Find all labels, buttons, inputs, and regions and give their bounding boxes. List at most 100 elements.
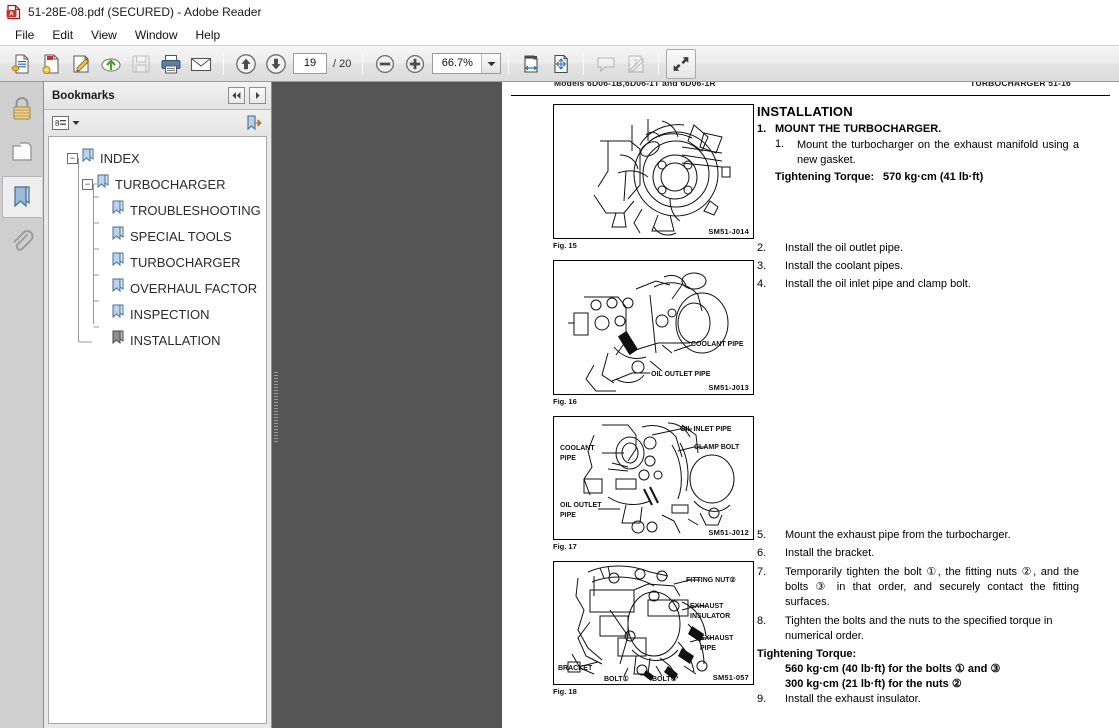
fit-width-icon[interactable]	[516, 49, 546, 79]
bookmark-item-installation[interactable]: INSTALLATION	[49, 327, 266, 353]
step-5: 5. Mount the exhaust pipe from the turbo…	[757, 528, 1079, 543]
upload-cloud-icon[interactable]	[96, 49, 126, 79]
step-2-number: 2.	[757, 241, 767, 254]
sign-icon[interactable]	[66, 49, 96, 79]
figure-17-label-clamp-bolt: CLAMP BOLT	[694, 444, 740, 451]
main-toolbar: 19 / 20 66.7% T	[0, 45, 1119, 82]
previous-page-icon[interactable]	[231, 49, 261, 79]
bookmark-item-index[interactable]: − INDEX	[49, 145, 266, 171]
menu-view[interactable]: View	[82, 26, 126, 44]
save-icon	[126, 49, 156, 79]
step-6: 6. Install the bracket.	[757, 546, 1079, 561]
expander-toggle[interactable]: −	[67, 152, 78, 164]
figure-18-label-insulator: INSULATOR	[690, 613, 730, 620]
highlight-text-icon: T	[621, 49, 651, 79]
bookmark-item-troubleshooting[interactable]: TROUBLESHOOTING	[49, 197, 266, 223]
splitter-grip[interactable]	[274, 372, 278, 442]
step-7: 7. Temporarily tighten the bolt ①, the f…	[757, 565, 1079, 611]
step-9-text: Install the exhaust insulator.	[785, 692, 921, 705]
bookmark-item-inspection[interactable]: INSPECTION	[49, 301, 266, 327]
zoom-level-value[interactable]: 66.7%	[433, 54, 481, 73]
page-thumbnails-icon[interactable]	[3, 132, 41, 174]
bookmarks-tree[interactable]: − INDEX − TURBOCHARGER TROUBLESHOOTING S…	[48, 136, 267, 724]
bookmarks-toolbar: 8	[44, 110, 271, 136]
adobe-reader-window: A 51-28E-08.pdf (SECURED) - Adobe Reader…	[0, 0, 1119, 728]
new-bookmark-icon[interactable]	[243, 113, 265, 133]
toolbar-separator-5	[658, 52, 660, 75]
bookmark-label: TURBOCHARGER	[115, 176, 226, 192]
figure-17-code: SM51-J012	[708, 528, 749, 537]
figure-17: OIL INLET PIPE CLAMP BOLT COOLANT PIPE O…	[553, 416, 754, 540]
bookmark-label: SPECIAL TOOLS	[130, 228, 232, 244]
document-viewport[interactable]: Models 6D06-1B,6D06-1T and 6D06-1R TURBO…	[280, 82, 1119, 728]
bookmarks-icon[interactable]	[1, 176, 42, 218]
zoom-out-icon[interactable]	[370, 49, 400, 79]
panel-splitter[interactable]	[272, 82, 280, 728]
figure-15-caption: Fig. 15	[553, 241, 577, 250]
step-1: 1. MOUNT THE TURBOCHARGER.	[757, 123, 1079, 135]
open-file-icon[interactable]	[6, 49, 36, 79]
chevron-down-icon[interactable]	[481, 54, 501, 73]
navigation-pane-strip	[0, 82, 44, 728]
next-page-icon[interactable]	[261, 49, 291, 79]
figure-18-label-bolt3: BOLT③	[652, 675, 677, 683]
security-lock-icon[interactable]	[3, 88, 41, 130]
bookmarks-panel-title: Bookmarks	[52, 89, 115, 102]
figure-16-label-coolant-pipe: COOLANT PIPE	[691, 341, 744, 348]
figure-18-label-exhaust2: EXHAUST	[700, 635, 734, 642]
menu-window[interactable]: Window	[126, 26, 187, 44]
bookmark-item-overhaul-factor[interactable]: OVERHAUL FACTOR	[49, 275, 266, 301]
email-icon[interactable]	[186, 49, 216, 79]
read-mode-icon[interactable]	[666, 48, 697, 79]
bookmarks-panel-header: Bookmarks	[44, 82, 271, 110]
bookmark-label: TURBOCHARGER	[130, 254, 241, 270]
tightening-torque-1: Tightening Torque: 570 kg·cm (41 lb·ft)	[775, 171, 1079, 183]
page-total-label: / 20	[333, 57, 352, 70]
text-gap-2	[757, 296, 1079, 528]
bookmark-item-special-tools[interactable]: SPECIAL TOOLS	[49, 223, 266, 249]
step-7-number: 7.	[757, 565, 767, 578]
step-5-number: 5.	[757, 528, 767, 541]
figure-17-drawing: OIL INLET PIPE CLAMP BOLT COOLANT PIPE O…	[560, 422, 740, 534]
zoom-level-combobox[interactable]: 66.7%	[432, 53, 502, 74]
figure-15-code: SM51-J014	[708, 227, 749, 236]
toolbar-separator-3	[508, 52, 510, 75]
bookmark-flag-icon-selected	[111, 330, 125, 351]
figure-18-label-bolt1: BOLT①	[604, 675, 629, 683]
window-title: 51-28E-08.pdf (SECURED) - Adobe Reader	[28, 5, 262, 19]
bookmark-flag-icon	[111, 226, 125, 247]
menu-file[interactable]: File	[6, 26, 43, 44]
tightening-torque-1-value: 570 kg·cm (41 lb·ft)	[883, 170, 984, 183]
figure-18-label-pipe: PIPE	[700, 645, 716, 652]
create-pdf-icon[interactable]	[36, 49, 66, 79]
figure-18-caption: Fig. 18	[553, 687, 577, 696]
section-title: INSTALLATION	[757, 104, 853, 119]
zoom-in-icon[interactable]	[400, 49, 430, 79]
attachments-icon[interactable]	[3, 220, 41, 262]
step-5-text: Mount the exhaust pipe from the turbocha…	[785, 528, 1011, 541]
step-1-number: 1.	[757, 123, 767, 135]
bookmark-label: INSTALLATION	[130, 332, 221, 348]
print-icon[interactable]	[156, 49, 186, 79]
menu-edit[interactable]: Edit	[43, 26, 82, 44]
step-6-text: Install the bracket.	[785, 547, 875, 560]
bookmark-label: INDEX	[100, 150, 140, 166]
fit-page-icon[interactable]	[546, 49, 576, 79]
bookmark-options-icon[interactable]: 8	[50, 115, 82, 131]
collapse-panel-icon[interactable]	[228, 87, 245, 104]
figure-16-code: SM51-J013	[708, 383, 749, 392]
toolbar-separator	[223, 52, 224, 75]
text-gap-1	[757, 183, 1079, 241]
tightening-torque-1-label: Tightening Torque:	[775, 170, 875, 183]
expander-toggle[interactable]: −	[82, 178, 93, 190]
figure-column: SM51-J014 Fig. 15 COOLANT PIPE OIL OUTLE…	[502, 104, 757, 728]
expand-panel-icon[interactable]	[249, 87, 266, 104]
figure-15-drawing	[593, 119, 731, 236]
step-3-text: Install the coolant pipes.	[785, 260, 904, 273]
menu-help[interactable]: Help	[187, 26, 230, 44]
bookmark-item-turbocharger-sub[interactable]: TURBOCHARGER	[49, 249, 266, 275]
tightening-torque-2-label: Tightening Torque:	[757, 647, 857, 660]
figure-16-caption: Fig. 16	[553, 397, 577, 406]
page-number-input[interactable]: 19	[293, 53, 327, 74]
bookmark-item-turbocharger[interactable]: − TURBOCHARGER	[49, 171, 266, 197]
